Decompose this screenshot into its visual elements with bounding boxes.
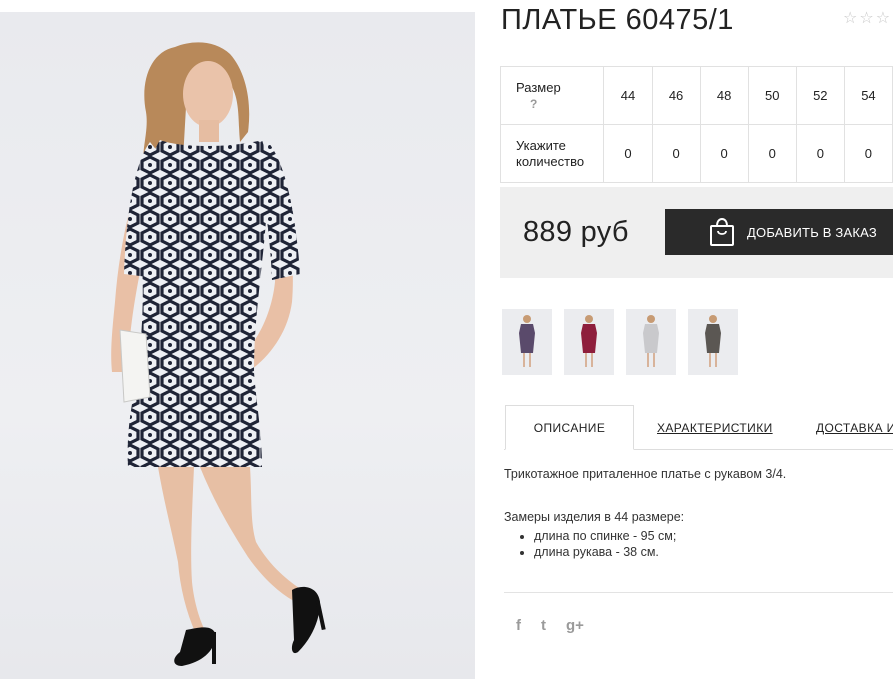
product-title: ПЛАТЬЕ 60475/1 — [501, 4, 734, 36]
star-icon[interactable]: ☆ — [876, 11, 890, 27]
description-panel: Трикотажное приталенное платье с рукавом… — [504, 467, 889, 560]
size-cell: 50 — [747, 66, 797, 125]
add-to-order-label: ДОБАВИТЬ В ЗАКАЗ — [747, 224, 877, 240]
size-help-icon[interactable]: ? — [530, 96, 602, 112]
divider — [504, 592, 893, 593]
size-cell: 46 — [651, 66, 701, 125]
size-row: Размер ? 44 46 48 50 52 54 — [499, 66, 893, 125]
quantity-input[interactable]: 0 — [795, 124, 845, 183]
quantity-row: Укажите количество 0 0 0 0 0 0 — [499, 124, 893, 183]
quantity-input[interactable]: 0 — [651, 124, 701, 183]
thumbnail-image — [581, 315, 597, 367]
product-photo[interactable] — [0, 12, 475, 679]
measurements-title: Замеры изделия в 44 размере: — [504, 510, 685, 524]
shopping-bag-icon — [710, 217, 734, 246]
list-item: длина по спинке - 95 см; — [534, 528, 889, 544]
thumb-dress-burgundy[interactable] — [564, 309, 614, 375]
price: 889 руб — [523, 216, 629, 248]
size-quantity-table: Размер ? 44 46 48 50 52 54 Укажите колич… — [499, 66, 893, 183]
tab-characteristics[interactable]: ХАРАКТЕРИСТИКИ — [657, 405, 773, 450]
thumbnail-image — [705, 315, 721, 367]
facebook-icon[interactable]: f — [516, 616, 521, 636]
list-item: длина рукава - 38 см. — [534, 544, 889, 560]
thumb-dress-dark-grey[interactable] — [688, 309, 738, 375]
quantity-input[interactable]: 0 — [843, 124, 893, 183]
size-label: Размер — [516, 79, 561, 95]
size-label-cell: Размер ? — [499, 66, 605, 125]
size-cell: 48 — [699, 66, 749, 125]
thumbnail-image — [643, 315, 659, 367]
size-cell: 52 — [795, 66, 845, 125]
size-cell: 44 — [603, 66, 653, 125]
star-icon[interactable]: ☆ — [843, 11, 857, 27]
tab-description[interactable]: ОПИСАНИЕ — [505, 405, 634, 450]
thumbnail-image — [519, 315, 535, 367]
twitter-icon[interactable]: t — [541, 616, 546, 636]
size-cell: 54 — [843, 66, 893, 125]
star-icon[interactable]: ☆ — [859, 11, 873, 27]
price-panel: 889 руб ДОБАВИТЬ В ЗАКАЗ — [500, 187, 893, 278]
add-to-order-button[interactable]: ДОБАВИТЬ В ЗАКАЗ — [665, 209, 893, 255]
quantity-input[interactable]: 0 — [699, 124, 749, 183]
measurements-list: длина по спинке - 95 см; длина рукава - … — [504, 528, 889, 560]
description-intro: Трикотажное приталенное платье с рукавом… — [504, 467, 787, 481]
google-plus-icon[interactable]: g+ — [566, 616, 584, 636]
product-tabs: ОПИСАНИЕ ХАРАКТЕРИСТИКИ ДОСТАВКА И — [504, 405, 893, 450]
dress-model-illustration — [111, 42, 326, 666]
quantity-input[interactable]: 0 — [747, 124, 797, 183]
social-share: f t g+ — [516, 616, 584, 636]
thumb-dress-light-grey[interactable] — [626, 309, 676, 375]
thumb-dress-pattern[interactable] — [502, 309, 552, 375]
rating-stars[interactable]: ☆ ☆ ☆ — [843, 11, 890, 27]
thumbnail-gallery — [502, 309, 738, 375]
quantity-label: Укажите количество — [499, 124, 605, 183]
quantity-input[interactable]: 0 — [603, 124, 653, 183]
tab-delivery[interactable]: ДОСТАВКА И — [816, 405, 893, 450]
